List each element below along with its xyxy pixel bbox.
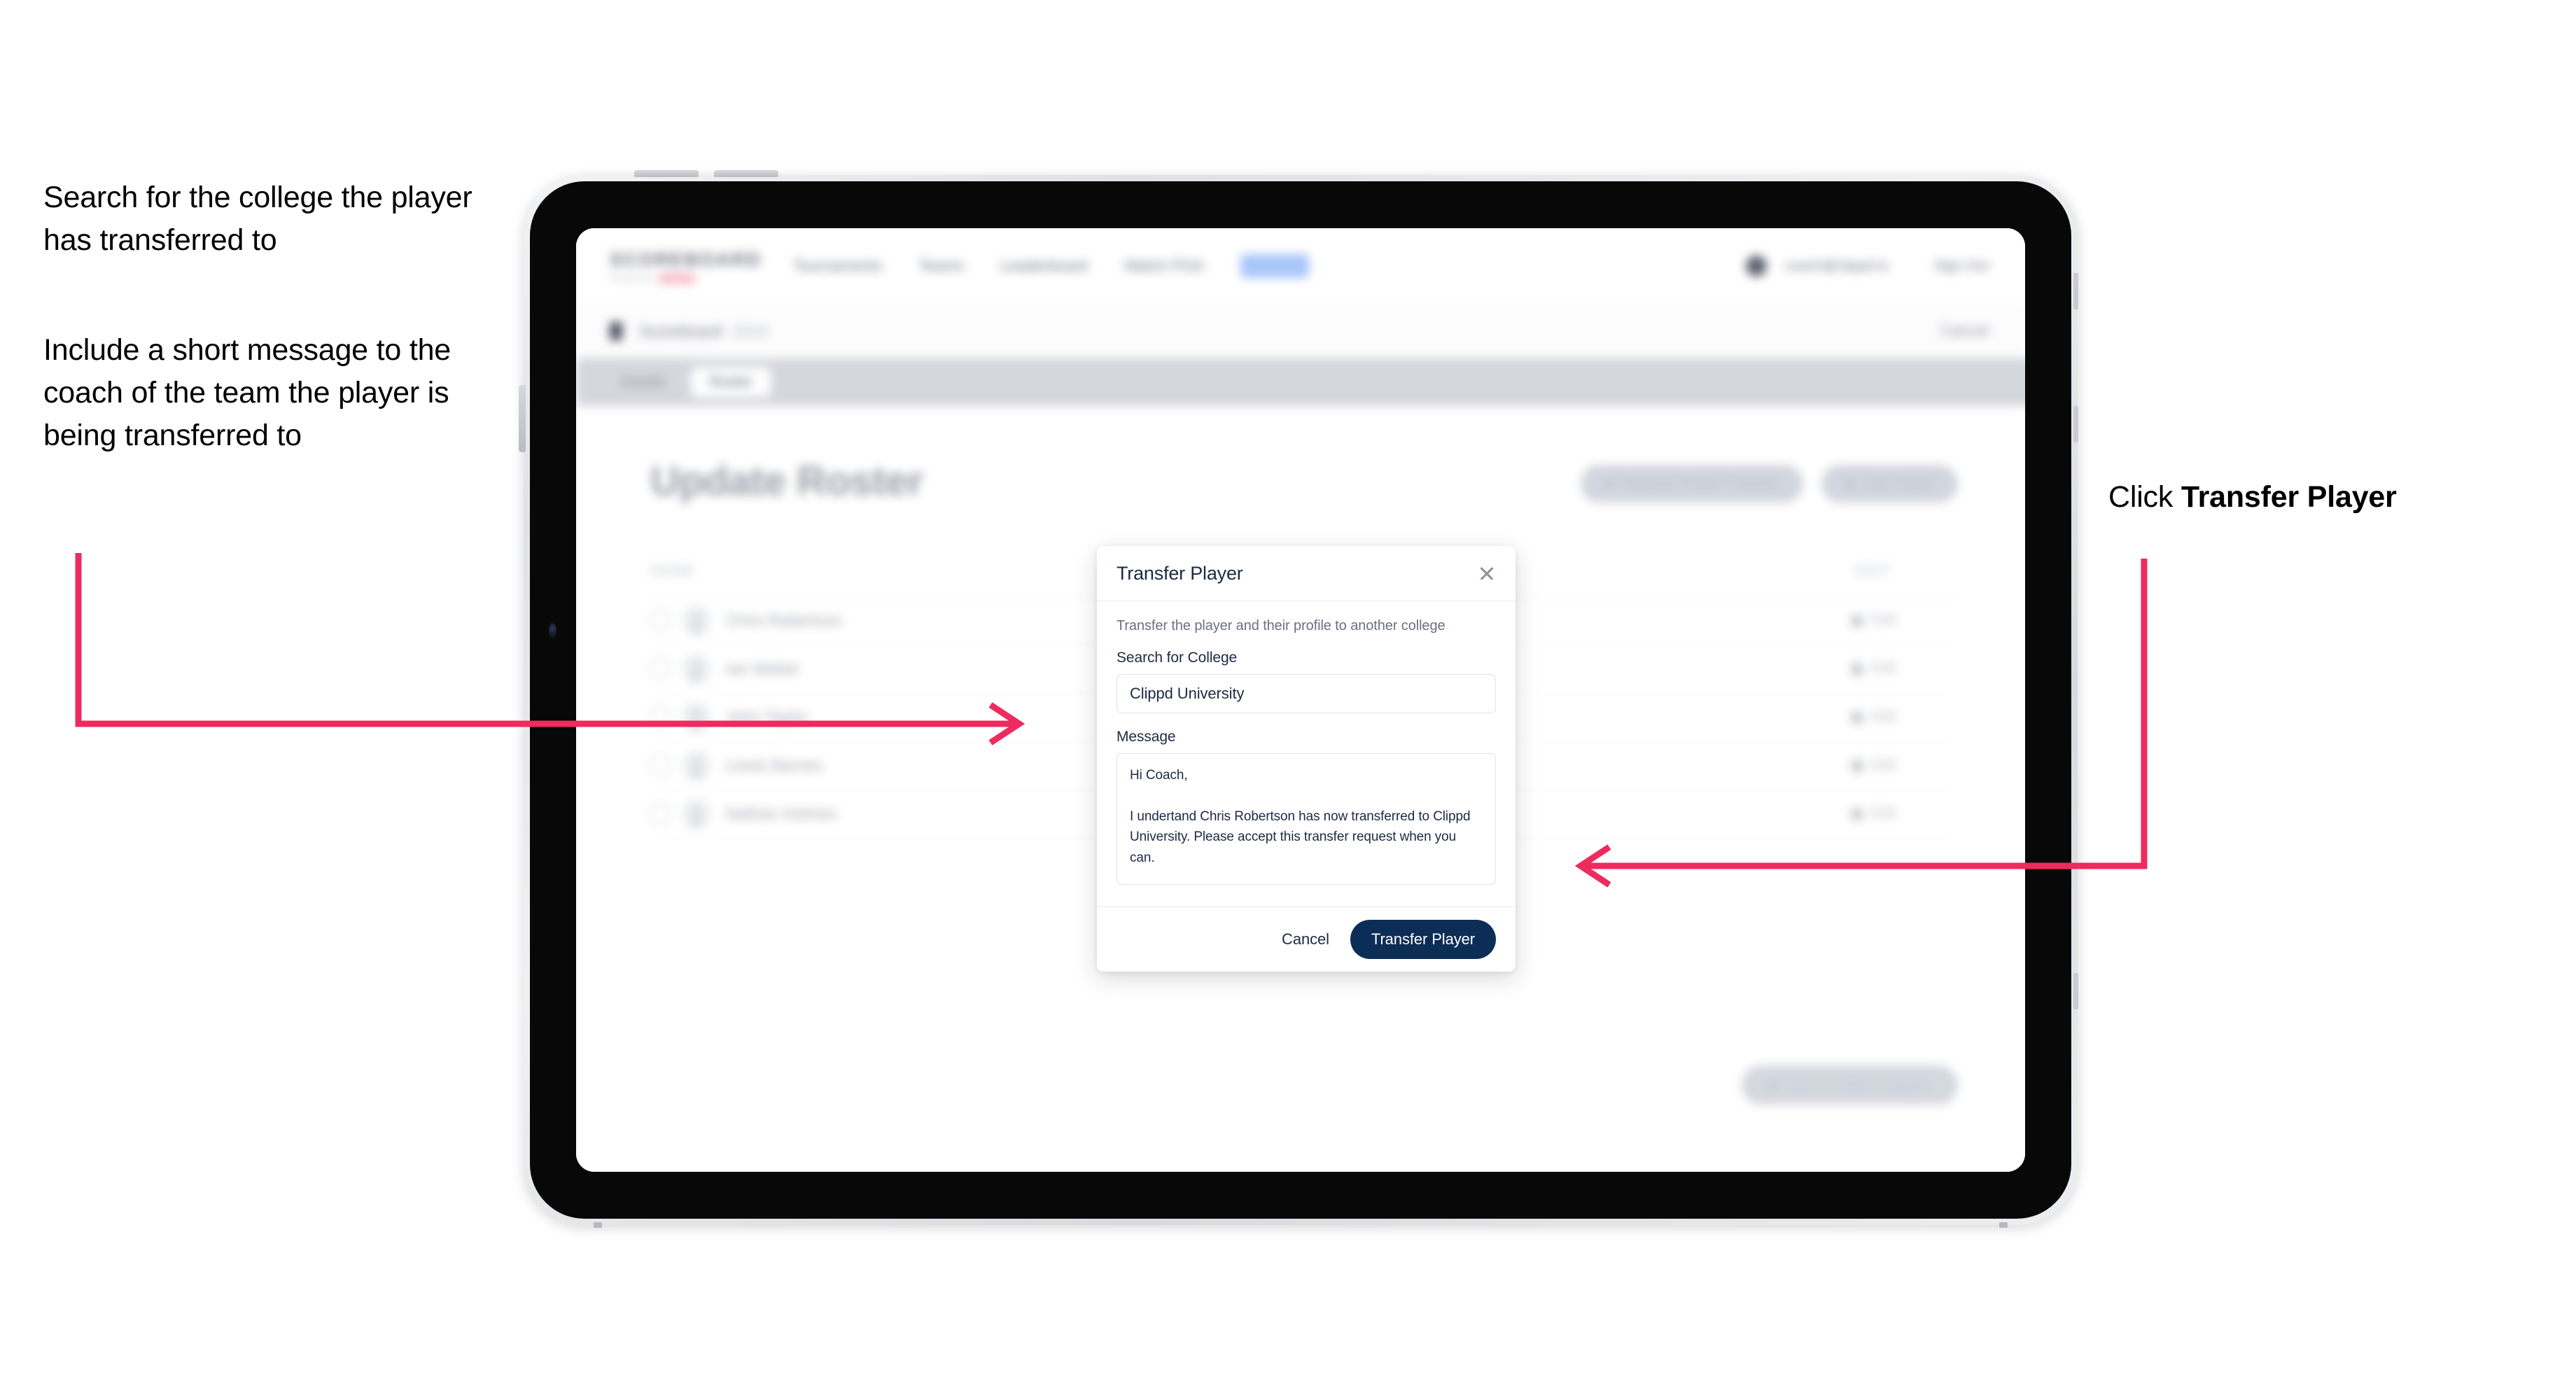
antenna-line-top xyxy=(2073,273,2078,309)
player-name: Ian Weber xyxy=(726,659,800,678)
transfer-player-button[interactable]: Transfer Player xyxy=(1350,920,1496,959)
player-name: Chris Robertson xyxy=(726,610,843,629)
plus-icon xyxy=(1844,478,1856,489)
edit-player-button[interactable]: Edit xyxy=(1851,708,1896,725)
edit-label: Edit xyxy=(1870,612,1896,628)
column-header-edit: EDIT xyxy=(1855,563,1891,579)
close-icon[interactable] xyxy=(1476,563,1497,584)
power-button[interactable] xyxy=(519,385,526,452)
edit-player-button[interactable]: Edit xyxy=(1851,612,1896,629)
nav-links: Tournaments Teams Leaderboard Watch PGA … xyxy=(793,254,1309,278)
player-name: Lewis Barnes xyxy=(726,755,823,774)
breadcrumb-cancel-button[interactable]: Cancel xyxy=(1941,322,1989,340)
save-roster-changes-label: Save Roster Changes xyxy=(1787,1077,1931,1093)
tablet-screen: SCOREBOARD Powered by Clippd Tournaments… xyxy=(576,228,2025,1172)
add-player-label: Add Player xyxy=(1863,475,1935,491)
field-spacer xyxy=(1116,713,1496,729)
breadcrumb-label: Scoreboard xyxy=(639,321,722,340)
save-roster-changes-button[interactable]: Save Roster Changes xyxy=(1741,1065,1958,1105)
pencil-icon xyxy=(1849,708,1865,725)
breadcrumb-text[interactable]: Scoreboard 2024 xyxy=(639,322,768,341)
row-checkbox[interactable] xyxy=(650,707,670,727)
annotation-click-transfer-player: Click Transfer Player xyxy=(2108,476,2528,519)
volume-up-button[interactable] xyxy=(634,170,699,177)
pencil-icon xyxy=(1849,805,1865,822)
search-college-input[interactable] xyxy=(1116,674,1496,713)
row-checkbox[interactable] xyxy=(650,804,670,823)
column-header-name: NAME xyxy=(650,563,695,579)
nav-link-teams[interactable]: Teams xyxy=(918,257,964,275)
nav-link-leaderboard[interactable]: Leaderboard xyxy=(1000,257,1088,275)
row-checkbox[interactable] xyxy=(650,755,670,775)
annotation-include-message: Include a short message to the coach of … xyxy=(43,333,451,453)
speaker-right xyxy=(1999,1222,2008,1228)
brand-subline: Powered by Clippd xyxy=(610,273,737,284)
dialog-header: Transfer Player xyxy=(1097,546,1516,601)
nav-link-tournaments[interactable]: Tournaments xyxy=(793,257,882,275)
avatar xyxy=(682,703,710,731)
request-player-transfer-label: Request Player Transfer xyxy=(1622,475,1782,491)
edit-player-button[interactable]: Edit xyxy=(1851,805,1896,822)
annotation-click-prefix: Click xyxy=(2108,480,2181,514)
edit-player-button[interactable]: Edit xyxy=(1851,660,1896,677)
pencil-icon xyxy=(1849,612,1865,629)
volume-down-button[interactable] xyxy=(714,170,778,177)
tablet-device: SCOREBOARD Powered by Clippd Tournaments… xyxy=(519,170,2078,1228)
brand-clippd-chip: Clippd xyxy=(659,273,696,284)
front-camera-icon xyxy=(549,623,556,638)
scoreboard-icon xyxy=(610,322,622,340)
antenna-line-bottom xyxy=(2073,973,2078,1009)
top-navigation-bar: SCOREBOARD Powered by Clippd Tournaments… xyxy=(576,228,2025,304)
page-header-buttons: Request Player Transfer Add Player xyxy=(1580,465,1958,503)
cancel-button[interactable]: Cancel xyxy=(1279,925,1332,954)
avatar xyxy=(682,751,710,779)
nav-link-roster[interactable]: Roster xyxy=(1240,254,1309,278)
breadcrumb: Scoreboard 2024 Cancel xyxy=(576,304,2025,359)
nav-user-email: coach@clippd.io xyxy=(1785,258,1889,274)
search-college-label: Search for College xyxy=(1116,650,1238,666)
player-name: Nathan Holmes xyxy=(726,804,837,822)
antenna-line-mid xyxy=(2073,406,2078,442)
edit-player-button[interactable]: Edit xyxy=(1851,757,1896,774)
brand-logo[interactable]: SCOREBOARD Powered by Clippd xyxy=(610,248,762,284)
dialog-description: Transfer the player and their profile to… xyxy=(1116,618,1446,634)
brand-powered-by-label: Powered by xyxy=(610,274,654,283)
avatar xyxy=(682,654,710,682)
request-player-transfer-button[interactable]: Request Player Transfer xyxy=(1580,465,1804,503)
pencil-icon xyxy=(1849,660,1865,677)
tab-details[interactable]: Details xyxy=(603,368,684,397)
nav-user-area: coach@clippd.io Sign Out xyxy=(1746,255,1989,276)
player-name: John Taylor xyxy=(726,707,808,726)
tab-strip: Details Roster xyxy=(576,358,2025,406)
speaker-left xyxy=(594,1222,602,1228)
edit-label: Edit xyxy=(1870,660,1896,676)
message-label: Message xyxy=(1116,729,1176,745)
dialog-title: Transfer Player xyxy=(1116,562,1243,584)
add-player-button[interactable]: Add Player xyxy=(1821,465,1958,503)
save-icon xyxy=(1768,1080,1778,1090)
avatar xyxy=(682,606,710,634)
breadcrumb-year: 2024 xyxy=(732,321,769,340)
avatar[interactable] xyxy=(1746,255,1768,276)
row-checkbox[interactable] xyxy=(650,610,670,630)
edit-label: Edit xyxy=(1870,757,1896,773)
edit-label: Edit xyxy=(1870,708,1896,724)
message-textarea[interactable] xyxy=(1116,753,1496,885)
nav-link-watch-pga[interactable]: Watch PGA xyxy=(1124,257,1204,275)
tab-roster[interactable]: Roster xyxy=(691,368,771,397)
dialog-footer: Cancel Transfer Player xyxy=(1097,906,1516,972)
annotation-click-target: Transfer Player xyxy=(2180,480,2397,514)
brand-wordmark: SCOREBOARD xyxy=(610,248,762,270)
avatar xyxy=(682,799,710,827)
sign-out-button[interactable]: Sign Out xyxy=(1934,258,1989,274)
pencil-icon xyxy=(1849,757,1865,774)
edit-label: Edit xyxy=(1870,805,1896,821)
dialog-body: Transfer the player and their profile to… xyxy=(1097,601,1516,906)
annotation-search-college: Search for the college the player has tr… xyxy=(43,181,472,258)
transfer-player-dialog: Transfer Player Transfer the player and … xyxy=(1097,546,1516,972)
page-title: Update Roster xyxy=(650,458,923,504)
transfer-icon xyxy=(1602,478,1614,489)
row-checkbox[interactable] xyxy=(650,659,670,678)
